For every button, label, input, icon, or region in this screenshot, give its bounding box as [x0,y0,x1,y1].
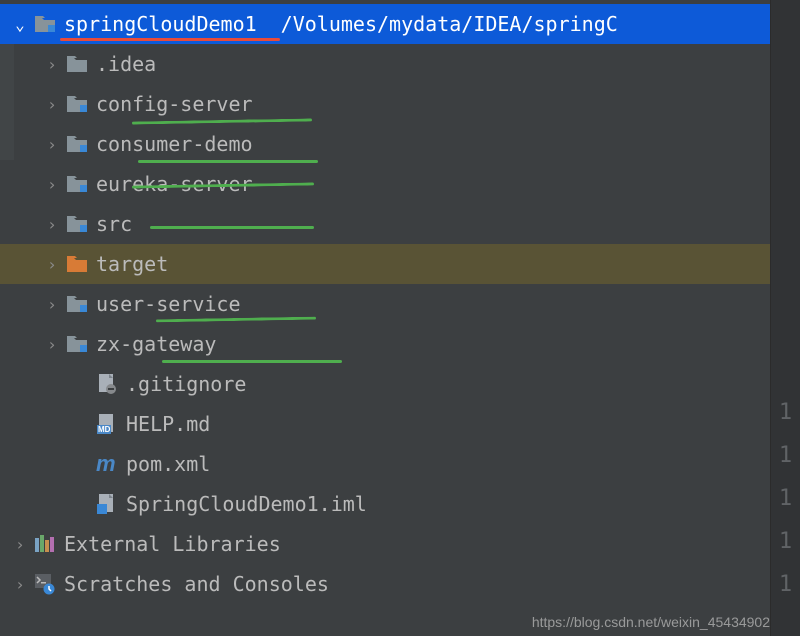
tree-item-config-server[interactable]: › config-server [0,84,800,124]
tree-item-label: pom.xml [126,452,210,476]
iml-file-icon [94,493,120,515]
tree-item-help-md[interactable]: › MD HELP.md [0,404,800,444]
chevron-right-icon[interactable]: › [40,135,64,154]
svg-text:m: m [96,453,116,475]
tree-item-label: .gitignore [126,372,246,396]
module-folder-icon [64,293,90,315]
tree-item-label: consumer-demo [96,132,253,156]
gutter-line: 1 [779,400,792,425]
folder-icon [64,53,90,75]
module-folder-icon [32,13,58,35]
watermark: https://blog.csdn.net/weixin_45434902 [532,614,770,630]
tree-external-libraries[interactable]: › External Libraries [0,524,800,564]
tree-item-src[interactable]: › src [0,204,800,244]
tree-item-label: user-service [96,292,241,316]
tree-item-gitignore[interactable]: › .gitignore [0,364,800,404]
chevron-right-icon[interactable]: › [8,535,32,554]
tree-item-label: .idea [96,52,156,76]
tree-item-eureka-server[interactable]: › eureka-server [0,164,800,204]
gutter-line: 1 [779,529,792,554]
project-path: /Volumes/mydata/IDEA/springC [281,12,618,36]
chevron-right-icon[interactable]: › [40,255,64,274]
gitignore-file-icon [94,373,120,395]
chevron-down-icon[interactable]: ⌄ [8,15,32,34]
module-folder-icon [64,93,90,115]
tree-item-label: config-server [96,92,253,116]
gutter-line: 1 [779,572,792,597]
tree-item-label: External Libraries [64,532,281,556]
module-folder-icon [64,213,90,235]
chevron-right-icon[interactable]: › [40,215,64,234]
chevron-right-icon[interactable]: › [40,55,64,74]
tree-scratches-consoles[interactable]: › Scratches and Consoles [0,564,800,604]
project-tree[interactable]: ⌄ springCloudDemo1 /Volumes/mydata/IDEA/… [0,0,800,604]
module-folder-icon [64,333,90,355]
chevron-right-icon[interactable]: › [40,175,64,194]
module-folder-icon [64,133,90,155]
tree-root-row[interactable]: ⌄ springCloudDemo1 /Volumes/mydata/IDEA/… [0,4,800,44]
tree-item-iml[interactable]: › SpringCloudDemo1.iml [0,484,800,524]
module-folder-icon [64,173,90,195]
editor-gutter: 1 1 1 1 1 [770,0,800,636]
project-name: springCloudDemo1 [64,12,257,36]
target-folder-icon [64,253,90,275]
chevron-right-icon[interactable]: › [8,575,32,594]
tree-item-label: eureka-server [96,172,253,196]
tree-item-consumer-demo[interactable]: › consumer-demo [0,124,800,164]
maven-file-icon: m [94,453,120,475]
tree-item-target[interactable]: › target [0,244,800,284]
gutter-line: 1 [779,443,792,468]
tree-item-label: HELP.md [126,412,210,436]
tree-item-zx-gateway[interactable]: › zx-gateway [0,324,800,364]
libraries-icon [32,533,58,555]
chevron-right-icon[interactable]: › [40,295,64,314]
tree-item-pom-xml[interactable]: › m pom.xml [0,444,800,484]
chevron-right-icon[interactable]: › [40,95,64,114]
tree-item-user-service[interactable]: › user-service [0,284,800,324]
gutter-line: 1 [779,486,792,511]
svg-text:MD: MD [98,425,111,434]
tree-item-label: Scratches and Consoles [64,572,329,596]
tree-item-label: zx-gateway [96,332,216,356]
tree-item-label: src [96,212,132,236]
chevron-right-icon[interactable]: › [40,335,64,354]
scratches-icon [32,573,58,595]
md-file-icon: MD [94,413,120,435]
tree-item-idea[interactable]: › .idea [0,44,800,84]
tree-item-label: SpringCloudDemo1.iml [126,492,367,516]
tree-item-label: target [96,252,168,276]
